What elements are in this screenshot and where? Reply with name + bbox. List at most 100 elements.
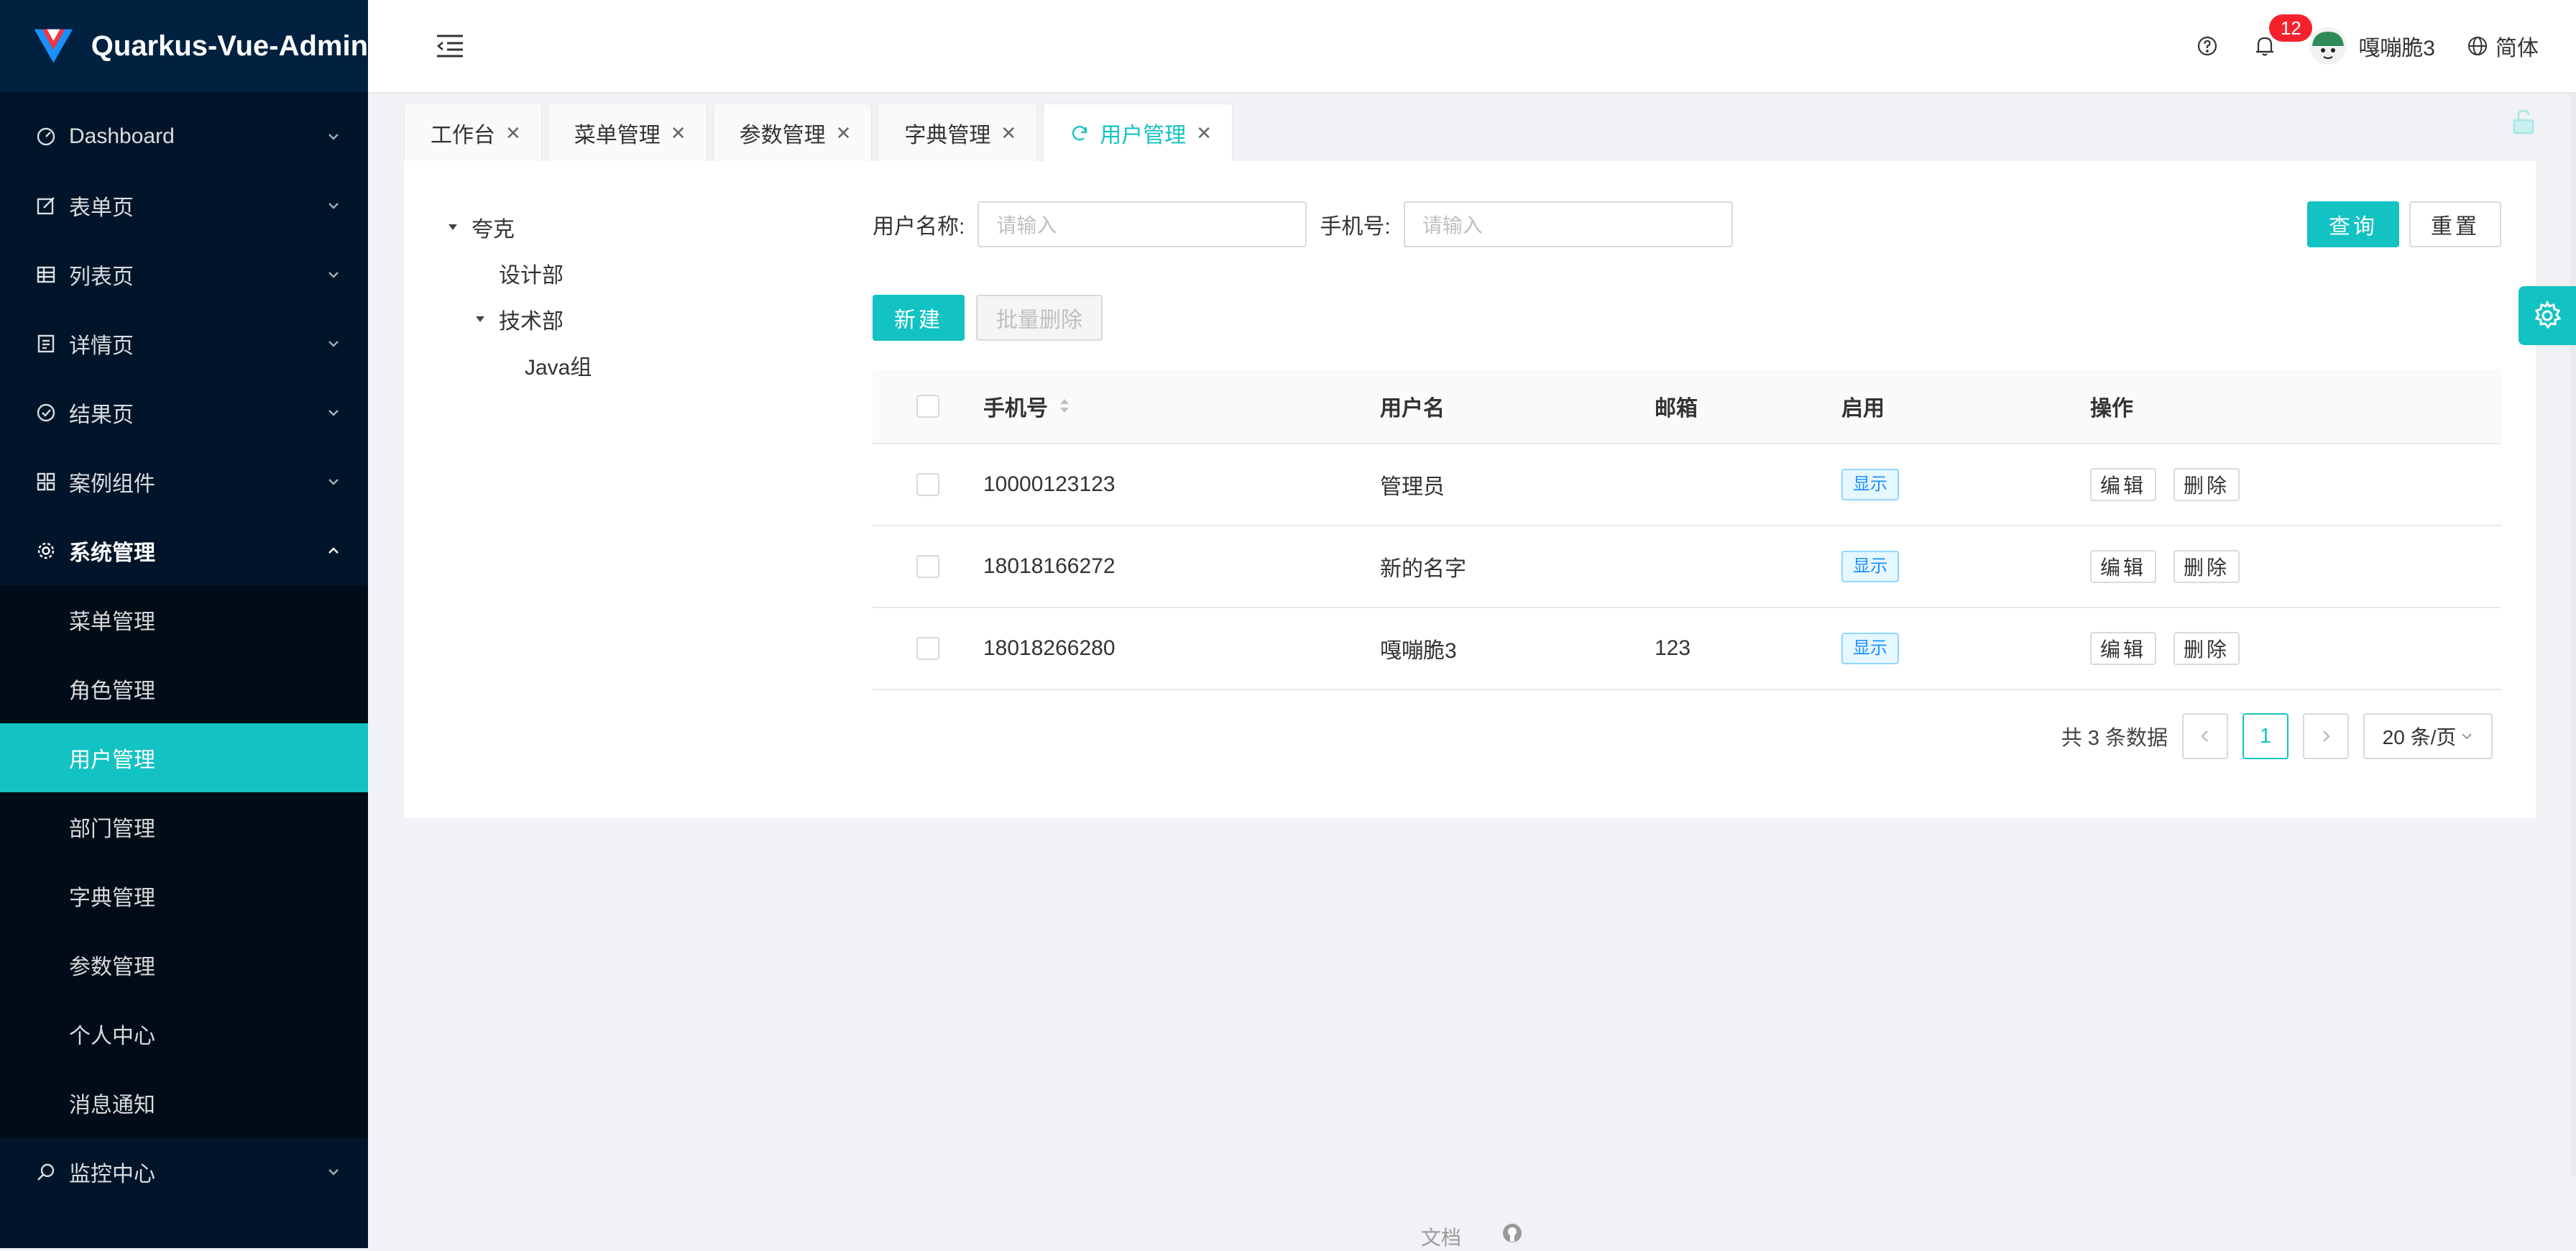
docs-link[interactable]: 文档 [1421, 1222, 1461, 1251]
dashboard-icon [34, 125, 58, 148]
next-page-button[interactable] [2303, 713, 2349, 759]
language-switcher[interactable]: 简体 [2467, 30, 2539, 62]
user-table: 手机号 用户名 邮箱 启用 操作 10000123123 管理员 显示 编辑 删… [873, 370, 2501, 690]
close-icon[interactable]: ✕ [836, 124, 852, 142]
caret-down-icon[interactable] [444, 224, 461, 231]
brand: Quarkus-Vue-Admin [0, 0, 368, 92]
sidebar-item-profile[interactable]: 个人中心 [0, 999, 368, 1068]
close-icon[interactable]: ✕ [505, 124, 521, 142]
tab-workbench[interactable]: 工作台 ✕ [404, 104, 542, 161]
sidebar-item-param-manage[interactable]: 参数管理 [0, 930, 368, 999]
help-icon[interactable] [2194, 33, 2220, 59]
sidebar-item-menu-manage[interactable]: 菜单管理 [0, 585, 368, 654]
tab-param-manage[interactable]: 参数管理 ✕ [712, 104, 873, 161]
menu-fold-icon[interactable] [434, 30, 466, 62]
sidebar-item-components[interactable]: 案例组件 [0, 447, 368, 516]
reload-icon[interactable] [1070, 123, 1090, 143]
scrollbar[interactable] [2570, 92, 2576, 1176]
tree-node-java[interactable]: Java组 [444, 342, 804, 388]
status-badge: 显示 [1841, 633, 1899, 664]
table-row: 18018266280 嘎嘣脆3 123 显示 编辑 删除 [873, 608, 2501, 690]
column-header: 手机号 [983, 397, 1048, 421]
sidebar-item-label: 监控中心 [69, 1163, 155, 1186]
row-checkbox[interactable] [916, 555, 939, 578]
bell-icon [2256, 37, 2274, 56]
table-header: 手机号 用户名 邮箱 启用 操作 [873, 370, 2501, 444]
sidebar-item-result[interactable]: 结果页 [0, 378, 368, 447]
reset-button[interactable]: 重置 [2409, 201, 2501, 247]
cell-phone: 18018266280 [983, 636, 1116, 660]
content-card: 夸克 设计部 技术部 Java组 用户名称: 请输入 手机号: 请输入 查询 重… [404, 161, 2536, 818]
page-tabs: 工作台 ✕ 菜单管理 ✕ 参数管理 ✕ 字典管理 ✕ 用户管理 ✕ [368, 92, 2576, 161]
row-checkbox[interactable] [916, 473, 939, 496]
unlock-icon[interactable] [2511, 108, 2536, 135]
sidebar-item-detail[interactable]: 详情页 [0, 309, 368, 378]
sidebar-item-dict-manage[interactable]: 字典管理 [0, 861, 368, 930]
chevron-down-icon [325, 128, 342, 145]
batch-delete-button[interactable]: 批量删除 [976, 295, 1103, 341]
tree-node-root[interactable]: 夸克 [444, 204, 804, 250]
edit-button[interactable]: 编辑 [2090, 550, 2157, 583]
appstore-icon [34, 470, 58, 493]
tab-dict-manage[interactable]: 字典管理 ✕ [878, 104, 1038, 161]
username-input[interactable]: 请输入 [978, 201, 1307, 247]
tree-node-design[interactable]: 设计部 [444, 250, 804, 296]
notification-button[interactable]: 12 [2252, 14, 2313, 59]
globe-icon [2468, 37, 2487, 55]
chevron-right-icon [2323, 730, 2330, 742]
select-all-checkbox[interactable] [916, 395, 939, 418]
edit-button[interactable]: 编辑 [2090, 632, 2157, 665]
delete-button[interactable]: 删除 [2174, 632, 2240, 665]
username-label: 用户名称: [873, 215, 965, 239]
close-icon[interactable]: ✕ [1000, 124, 1016, 142]
vue-logo-icon [34, 29, 73, 63]
sidebar-item-lists[interactable]: 列表页 [0, 240, 368, 309]
column-header: 用户名 [1380, 397, 1445, 421]
table-row: 10000123123 管理员 显示 编辑 删除 [873, 444, 2501, 526]
table-row: 18018166272 新的名字 显示 编辑 删除 [873, 526, 2501, 608]
page-size-select[interactable]: 20 条/页 [2363, 713, 2493, 759]
page-1-button[interactable]: 1 [2242, 713, 2288, 759]
phone-label: 手机号: [1320, 215, 1391, 239]
sidebar-item-dashboard[interactable]: Dashboard [0, 102, 368, 171]
new-button[interactable]: 新建 [873, 295, 965, 341]
tab-user-manage[interactable]: 用户管理 ✕ [1043, 104, 1233, 161]
user-menu[interactable]: 嘎嘣脆3 [2309, 27, 2435, 65]
delete-button[interactable]: 删除 [2174, 550, 2240, 583]
avatar [2309, 27, 2347, 65]
settings-button[interactable] [2518, 286, 2576, 345]
sidebar-item-role-manage[interactable]: 角色管理 [0, 654, 368, 723]
chevron-down-icon [325, 197, 342, 214]
pagination-total: 共 3 条数据 [2061, 727, 2168, 750]
edit-button[interactable]: 编辑 [2090, 468, 2157, 501]
close-icon[interactable]: ✕ [671, 124, 686, 142]
sort-icon[interactable] [1059, 398, 1070, 415]
column-header: 操作 [2090, 397, 2133, 421]
sidebar-item-dept-manage[interactable]: 部门管理 [0, 792, 368, 861]
sidebar-item-label: 表单页 [69, 196, 134, 220]
form-icon [34, 194, 58, 217]
chevron-down-icon [325, 335, 342, 352]
department-tree: 夸克 设计部 技术部 Java组 [444, 204, 804, 388]
caret-down-icon[interactable] [472, 316, 489, 323]
tree-node-tech[interactable]: 技术部 [444, 296, 804, 342]
sidebar-item-user-manage[interactable]: 用户管理 [0, 723, 368, 792]
top-header: 12 嘎嘣脆3 简体 [368, 0, 2576, 92]
row-checkbox[interactable] [916, 637, 939, 660]
chevron-up-icon [325, 542, 342, 559]
sidebar-item-system[interactable]: 系统管理 [0, 516, 368, 585]
phone-input[interactable]: 请输入 [1403, 201, 1733, 247]
tab-menu-manage[interactable]: 菜单管理 ✕ [547, 104, 707, 161]
cell-username: 管理员 [1380, 475, 1445, 499]
close-icon[interactable]: ✕ [1196, 124, 1212, 142]
footer: 文档 [368, 1222, 2576, 1251]
column-header: 邮箱 [1655, 397, 1698, 421]
query-button[interactable]: 查询 [2307, 201, 2399, 247]
delete-button[interactable]: 删除 [2174, 468, 2240, 501]
sidebar-item-monitor[interactable]: 监控中心 [0, 1137, 368, 1206]
github-icon[interactable] [1501, 1222, 1523, 1244]
prev-page-button[interactable] [2182, 713, 2228, 759]
sidebar-item-forms[interactable]: 表单页 [0, 171, 368, 240]
tab-label: 参数管理 [739, 123, 826, 147]
sidebar-item-notifications[interactable]: 消息通知 [0, 1068, 368, 1137]
